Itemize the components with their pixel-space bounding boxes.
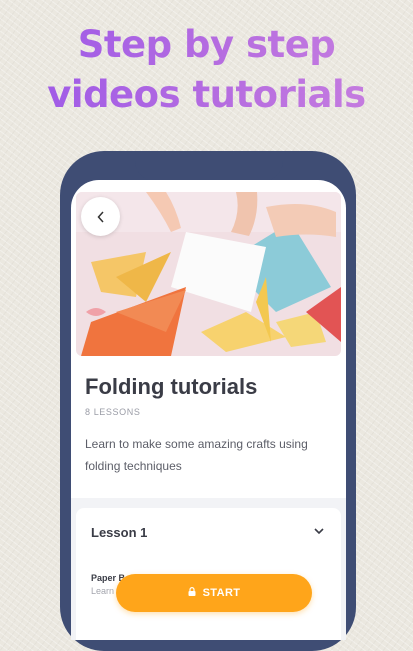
lesson-title: Lesson 1 xyxy=(91,525,148,540)
back-button[interactable] xyxy=(81,197,120,236)
app-screen: Folding tutorials 8 LESSONS Learn to mak… xyxy=(71,180,346,640)
lessons-count: 8 LESSONS xyxy=(85,407,141,417)
promo-headline: Step by step videos tutorials xyxy=(0,20,413,120)
course-description: Learn to make some amazing crafts using … xyxy=(85,437,308,473)
start-button[interactable]: START xyxy=(116,574,312,612)
phone-notch xyxy=(135,151,283,181)
course-title: Folding tutorials xyxy=(85,374,258,399)
lock-icon xyxy=(188,587,196,599)
start-label: START xyxy=(202,587,241,599)
headline-line-1: Step by step xyxy=(0,20,413,70)
chevron-left-icon xyxy=(96,210,104,223)
lesson-item-subtitle: Learn xyxy=(91,586,115,596)
headline-line-2: videos tutorials xyxy=(0,70,413,120)
chevron-down-icon xyxy=(314,528,324,535)
expand-toggle[interactable] xyxy=(314,524,324,538)
